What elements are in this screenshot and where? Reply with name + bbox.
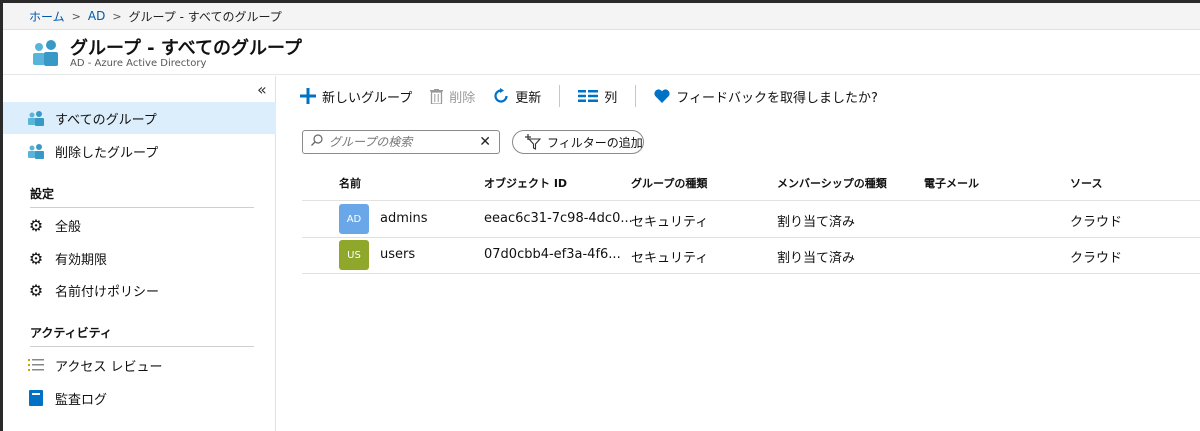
- sidebar-item-label: 有効期限: [55, 252, 108, 268]
- toolbar-divider: [635, 85, 637, 107]
- group-type-cell: セキュリティ: [631, 251, 709, 266]
- chevron-right-icon: >: [112, 9, 122, 23]
- avatar: AD: [339, 204, 369, 234]
- list-icon: [27, 356, 45, 374]
- add-filter-button[interactable]: フィルターの追加: [512, 130, 644, 154]
- group-type-cell: セキュリティ: [631, 215, 709, 230]
- gear-icon: ⚙: [28, 215, 44, 235]
- membership-type-cell: 割り当て済み: [777, 215, 856, 230]
- divider: [30, 207, 254, 208]
- sidebar-item-expiration[interactable]: ⚙ 有効期限: [3, 242, 276, 274]
- divider: [30, 346, 254, 347]
- avatar: US: [339, 240, 369, 270]
- gear-icon: ⚙: [28, 280, 44, 300]
- sidebar-item-access-review[interactable]: アクセス レビュー: [3, 349, 276, 381]
- settings-section-title: 設定: [30, 187, 55, 201]
- toolbar-divider: [559, 85, 561, 107]
- page-subtitle: AD - Azure Active Directory: [70, 58, 207, 69]
- table-divider: [302, 200, 1200, 201]
- chevron-right-icon: >: [71, 9, 81, 23]
- group-name-link[interactable]: admins: [380, 211, 428, 226]
- breadcrumb: ホーム > AD > グループ - すべてのグループ: [3, 3, 1200, 30]
- users-icon: [27, 142, 45, 160]
- trash-icon: [430, 88, 444, 104]
- add-filter-icon: [525, 134, 541, 150]
- sidebar-item-label: 削除したグループ: [55, 145, 159, 161]
- sidebar: « すべてのグループ 削除したグループ 設定 ⚙ 全般 ⚙ 有効期限 ⚙ 名前付…: [3, 76, 276, 431]
- sidebar-item-all-groups[interactable]: すべてのグループ: [3, 102, 276, 134]
- group-name-link[interactable]: users: [380, 247, 415, 262]
- sidebar-item-label: 名前付けポリシー: [55, 284, 160, 300]
- feedback-button[interactable]: フィードバックを取得しましたか?: [654, 87, 878, 106]
- sidebar-item-deleted-groups[interactable]: 削除したグループ: [3, 135, 276, 167]
- page-title: グループ - すべてのグループ: [70, 38, 302, 59]
- refresh-button[interactable]: 更新: [493, 87, 541, 106]
- sidebar-item-audit-log[interactable]: 監査ログ: [3, 382, 276, 414]
- columns-label: 列: [604, 90, 618, 106]
- table-divider: [302, 273, 1200, 274]
- breadcrumb-home[interactable]: ホーム: [29, 8, 65, 25]
- add-filter-label: フィルターの追加: [547, 135, 643, 150]
- breadcrumb-ad[interactable]: AD: [88, 9, 105, 23]
- page-header: グループ - すべてのグループ AD - Azure Active Direct…: [3, 31, 1200, 75]
- new-group-label: 新しいグループ: [322, 90, 413, 106]
- membership-type-cell: 割り当て済み: [777, 251, 856, 266]
- object-id-cell: 07d0cbb4-ef3a-4f6...: [484, 247, 621, 262]
- source-cell: クラウド: [1070, 215, 1123, 230]
- sidebar-item-naming-policy[interactable]: ⚙ 名前付けポリシー: [3, 274, 276, 306]
- users-icon: [27, 109, 45, 127]
- feedback-label: フィードバックを取得しましたか?: [676, 90, 878, 106]
- source-cell: クラウド: [1070, 251, 1123, 266]
- delete-label: 削除: [449, 90, 476, 106]
- book-icon: [27, 389, 45, 407]
- search-box: ✕: [302, 130, 500, 154]
- groups-icon: [33, 40, 58, 66]
- delete-button[interactable]: 削除: [430, 87, 475, 106]
- sidebar-item-label: すべてのグループ: [55, 112, 157, 128]
- refresh-icon: [493, 88, 509, 104]
- activity-section-title: アクティビティ: [30, 326, 112, 340]
- collapse-sidebar-button[interactable]: «: [257, 80, 267, 99]
- sidebar-item-label: アクセス レビュー: [55, 359, 163, 375]
- column-header-object-id[interactable]: オブジェクト ID: [484, 175, 567, 191]
- heart-icon: [654, 89, 670, 103]
- column-header-group-type[interactable]: グループの種類: [631, 175, 707, 191]
- sidebar-item-general[interactable]: ⚙ 全般: [3, 209, 276, 241]
- refresh-label: 更新: [515, 90, 542, 106]
- sidebar-item-label: 監査ログ: [55, 392, 108, 408]
- breadcrumb-current: グループ - すべてのグループ: [128, 9, 282, 24]
- table-divider: [302, 237, 1200, 238]
- column-header-source[interactable]: ソース: [1070, 175, 1102, 191]
- clear-icon[interactable]: ✕: [479, 134, 491, 150]
- sidebar-item-label: 全般: [55, 219, 82, 235]
- column-header-membership-type[interactable]: メンバーシップの種類: [777, 175, 887, 191]
- search-input[interactable]: [329, 135, 479, 149]
- column-header-name[interactable]: 名前: [339, 175, 361, 191]
- columns-icon: [578, 90, 599, 102]
- plus-icon: [300, 88, 316, 104]
- new-group-button[interactable]: 新しいグループ: [300, 87, 412, 106]
- command-bar: 新しいグループ 削除 更新 列 フィードバックを取得しましたか?: [300, 83, 896, 109]
- search-icon: [311, 134, 323, 150]
- object-id-cell: eeac6c31-7c98-4dc0...: [484, 211, 633, 226]
- column-header-email[interactable]: 電子メール: [924, 175, 979, 191]
- gear-icon: ⚙: [28, 248, 44, 268]
- columns-button[interactable]: 列: [578, 87, 617, 106]
